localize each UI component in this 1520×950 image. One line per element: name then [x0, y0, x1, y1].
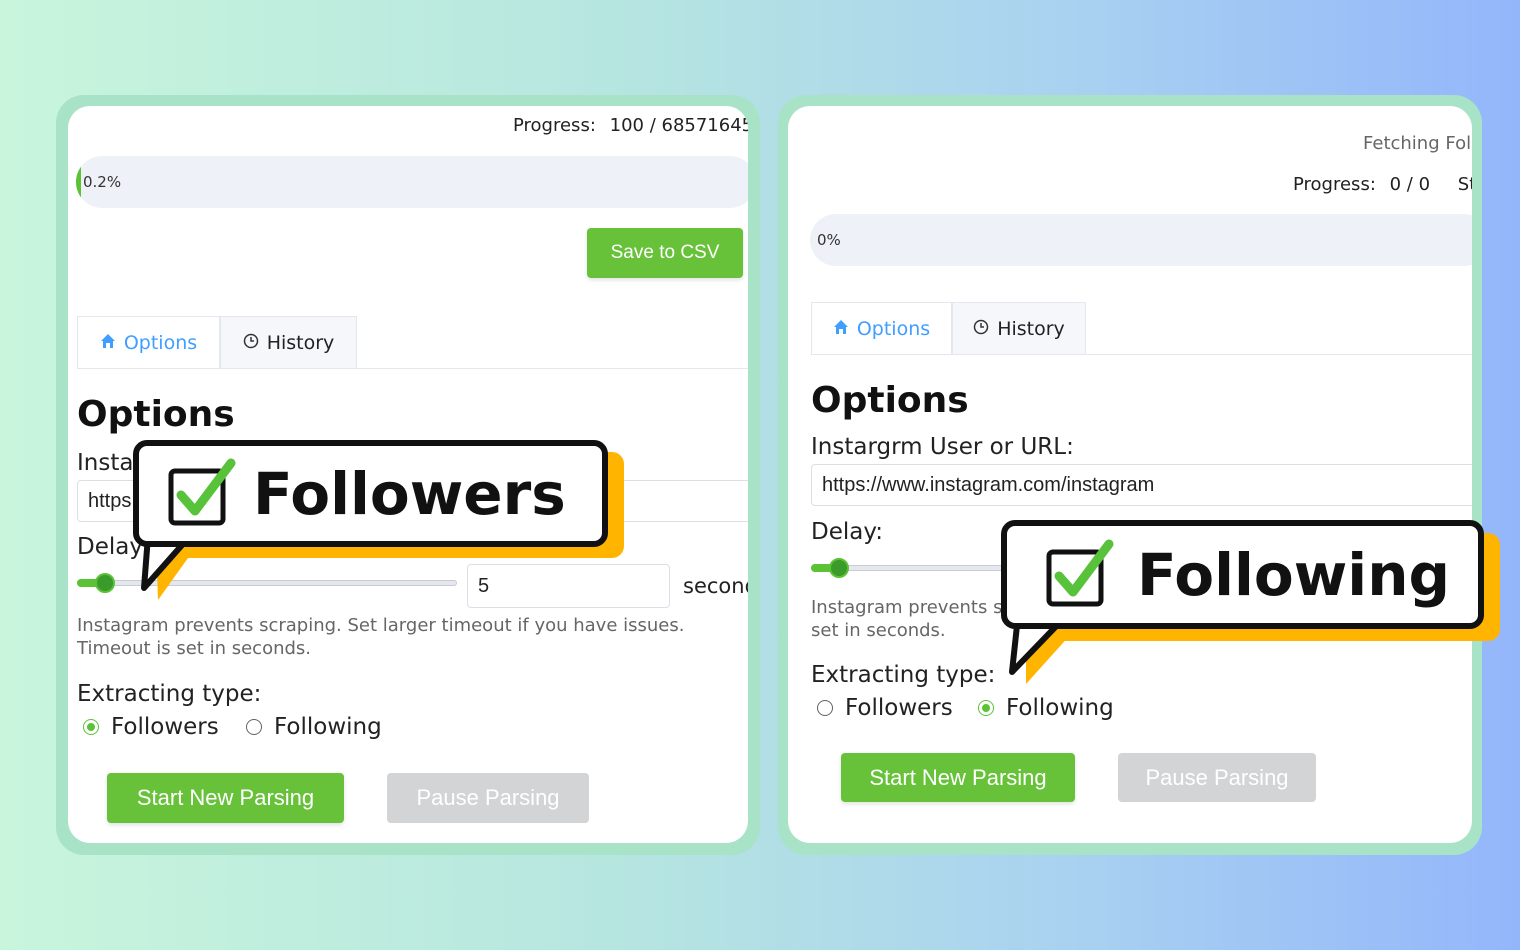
tab-bar: Options History [811, 302, 1472, 355]
status-partial: Sta [1457, 174, 1472, 195]
tab-options[interactable]: Options [811, 302, 952, 354]
tab-history[interactable]: History [952, 302, 1086, 354]
tab-options[interactable]: Options [77, 316, 220, 368]
pause-parsing-button[interactable]: Pause Parsing [387, 773, 589, 823]
radio-followers[interactable]: Followers [83, 714, 219, 740]
tab-options-label: Options [856, 317, 931, 340]
radio-followers-label: Followers [845, 695, 953, 721]
followers-callout-text: Followers [253, 459, 566, 528]
options-heading: Options [77, 394, 235, 435]
radio-following[interactable]: Following [978, 695, 1114, 721]
radio-following[interactable]: Following [246, 714, 382, 740]
user-url-input-value: https://www.instagram.com/instagram [822, 473, 1155, 496]
progress-percent: 0.2% [83, 173, 122, 191]
seconds-label: second [683, 574, 748, 598]
home-icon [833, 318, 849, 340]
radio-following-label: Following [1006, 695, 1114, 721]
progress-label: Progress: [513, 115, 596, 136]
radio-followers-dot[interactable] [817, 700, 833, 716]
following-callout-text: Following [1137, 540, 1450, 609]
following-callout: Following [1001, 520, 1484, 629]
tab-history-label: History [997, 317, 1065, 340]
tab-history-label: History [266, 331, 335, 354]
clock-icon [243, 332, 259, 354]
radio-followers-label: Followers [111, 714, 219, 740]
progress-value: 100 / 685716454 [609, 115, 748, 136]
delay-slider[interactable] [77, 580, 457, 586]
progress-value: 0 / 0 [1389, 174, 1431, 195]
radio-following-dot[interactable] [246, 719, 262, 735]
progress-percent: 0% [817, 231, 841, 249]
radio-followers-dot[interactable] [83, 719, 99, 735]
user-url-input[interactable]: https://www.instagram.com/instagram [811, 464, 1472, 506]
delay-slider-knob[interactable] [829, 558, 849, 578]
options-heading: Options [811, 380, 969, 421]
tab-options-label: Options [123, 331, 198, 354]
progress-bar-fill [76, 156, 81, 208]
followers-callout: Followers [133, 440, 608, 547]
start-parsing-button[interactable]: Start New Parsing [841, 753, 1075, 802]
checkbox-check-icon [168, 458, 236, 525]
radio-following-dot[interactable] [978, 700, 994, 716]
clock-icon [973, 318, 989, 340]
right-panel: Fetching Follo Progress: 0 / 0 Sta 0% Op… [788, 106, 1472, 843]
tab-bar: Options History [77, 316, 748, 369]
user-url-label: Insta [77, 450, 134, 476]
extracting-type-label: Extracting type: [77, 681, 262, 707]
fetching-status: Fetching Follo [1363, 133, 1472, 154]
progress-readout: Progress: 0 / 0 Sta [1293, 174, 1472, 195]
progress-readout: Progress: 100 / 685716454 [513, 115, 748, 136]
delay-input-value: 5 [478, 574, 490, 597]
progress-bar: 0% [810, 214, 1472, 266]
tab-history[interactable]: History [220, 316, 357, 368]
progress-bar: 0.2% [76, 156, 748, 208]
delay-slider-knob[interactable] [95, 573, 115, 593]
home-icon [100, 332, 116, 354]
start-parsing-button[interactable]: Start New Parsing [107, 773, 344, 823]
timeout-hint: Instagram prevents scraping. Set larger … [77, 615, 685, 659]
save-csv-button[interactable]: Save to CSV [587, 228, 743, 278]
user-url-label: Instargrm User or URL: [811, 434, 1074, 460]
delay-label: Delay: [811, 519, 884, 545]
checkbox-check-icon [1046, 539, 1114, 606]
pause-parsing-button[interactable]: Pause Parsing [1118, 753, 1316, 802]
progress-label: Progress: [1293, 174, 1376, 195]
extracting-type-label: Extracting type: [811, 662, 996, 688]
radio-following-label: Following [274, 714, 382, 740]
delay-input[interactable]: 5 [467, 564, 670, 608]
user-url-input-value: https [88, 489, 132, 512]
radio-followers[interactable]: Followers [817, 695, 953, 721]
